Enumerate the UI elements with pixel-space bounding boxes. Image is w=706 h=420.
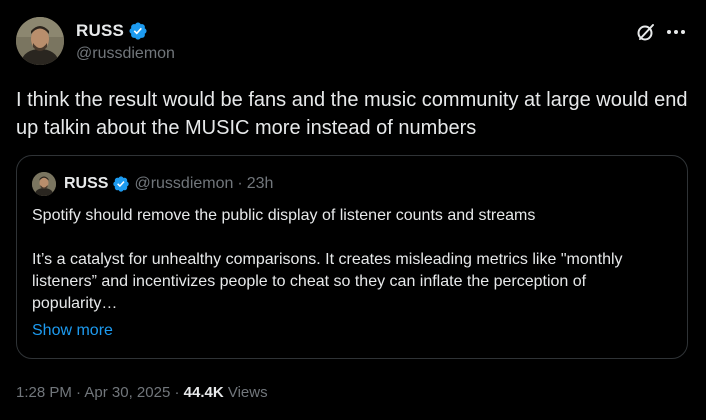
more-options-icon[interactable] (664, 22, 688, 42)
author-avatar[interactable] (16, 17, 64, 65)
quote-author-avatar[interactable] (32, 172, 56, 196)
avatar-image (16, 17, 64, 65)
tweet-date[interactable]: Apr 30, 2025 (84, 384, 170, 401)
quote-separator: · (237, 175, 243, 192)
show-more-link[interactable]: Show more (32, 322, 113, 340)
verified-badge-icon (128, 21, 148, 41)
meta-separator: · (76, 384, 82, 401)
author-name-row: RUSS (76, 20, 148, 42)
meta-separator: · (174, 384, 180, 401)
views-label: Views (227, 384, 268, 401)
tweet-metadata: 1:28 PM · Apr 30, 2025 · 44.4K Views (16, 384, 268, 401)
quote-header: RUSS @russdiemon · 23h (64, 173, 273, 195)
tweet-time[interactable]: 1:28 PM (16, 384, 72, 401)
quote-author-handle[interactable]: @russdiemon (134, 175, 233, 193)
views-count[interactable]: 44.4K (184, 384, 224, 401)
quote-text: Spotify should remove the public display… (32, 205, 672, 315)
tweet-text: I think the result would be fans and the… (16, 89, 688, 139)
quote-paragraph-2: It’s a catalyst for unhealthy comparison… (32, 251, 623, 312)
quote-timestamp[interactable]: 23h (247, 175, 274, 193)
quote-verified-badge-icon (112, 175, 130, 193)
quoted-tweet-card[interactable]: RUSS @russdiemon · 23h Spotify should re… (16, 155, 688, 359)
grok-icon[interactable] (636, 22, 656, 42)
quote-avatar-image (32, 172, 56, 196)
quote-author-name[interactable]: RUSS (64, 175, 108, 193)
quote-paragraph-1: Spotify should remove the public display… (32, 207, 536, 224)
author-name[interactable]: RUSS (76, 21, 124, 41)
author-handle[interactable]: @russdiemon (76, 45, 175, 63)
